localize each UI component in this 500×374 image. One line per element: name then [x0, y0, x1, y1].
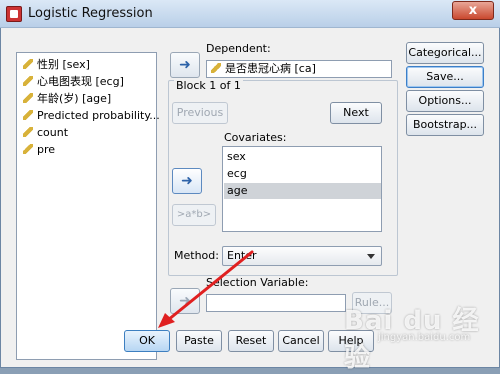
- pencil-icon: [23, 127, 33, 137]
- selection-variable-label: Selection Variable:: [206, 276, 309, 289]
- method-value: Enter: [227, 249, 257, 262]
- arrow-right-icon: ➜: [179, 57, 191, 73]
- baidu-watermark-url: jingyan.baidu.com: [378, 332, 471, 343]
- selection-variable-field[interactable]: [206, 294, 346, 312]
- covariate-item-ecg[interactable]: ecg: [224, 166, 381, 182]
- pencil-icon: [23, 93, 33, 103]
- move-to-selection-button[interactable]: ➜: [170, 288, 200, 314]
- close-button[interactable]: x: [452, 1, 494, 20]
- pencil-icon: [23, 110, 33, 120]
- covariates-label: Covariates:: [224, 131, 287, 144]
- covariate-item-sex[interactable]: sex: [224, 149, 381, 165]
- variable-item-age[interactable]: 年龄(岁) [age]: [23, 91, 111, 107]
- cancel-button[interactable]: Cancel: [278, 330, 324, 352]
- variable-item-count[interactable]: count: [23, 125, 68, 141]
- move-to-covariates-button[interactable]: ➜: [172, 168, 202, 194]
- arrow-right-icon: ➜: [179, 293, 191, 309]
- variable-list[interactable]: 性别 [sex] 心电图表现 [ecg] 年龄(岁) [age] Predict…: [16, 52, 160, 360]
- paste-button[interactable]: Paste: [176, 330, 222, 352]
- previous-button[interactable]: Previous: [172, 102, 228, 124]
- variable-item-pre[interactable]: pre: [23, 142, 55, 158]
- pencil-icon: [23, 76, 33, 86]
- variable-item-sex[interactable]: 性别 [sex]: [23, 57, 90, 73]
- method-select[interactable]: Enter: [222, 246, 382, 266]
- dependent-label: Dependent:: [206, 42, 271, 55]
- title-bar[interactable]: Logistic Regression x: [0, 0, 500, 28]
- move-to-dependent-button[interactable]: ➜: [170, 52, 200, 78]
- dependent-field[interactable]: 是否患冠心病 [ca]: [206, 60, 392, 78]
- categorical-button[interactable]: Categorical...: [406, 42, 484, 64]
- pencil-icon: [23, 144, 33, 154]
- next-button[interactable]: Next: [330, 102, 382, 124]
- options-button[interactable]: Options...: [406, 90, 484, 112]
- method-label: Method:: [174, 249, 219, 262]
- reset-button[interactable]: Reset: [228, 330, 274, 352]
- pencil-icon: [211, 63, 221, 73]
- covariate-item-age[interactable]: age: [224, 183, 381, 199]
- spss-app-icon: [6, 6, 22, 22]
- covariates-list[interactable]: sex ecg age: [222, 146, 382, 232]
- variable-item-predicted[interactable]: Predicted probability...: [23, 108, 160, 124]
- pencil-icon: [23, 59, 33, 69]
- arrow-right-icon: ➜: [181, 173, 193, 189]
- chevron-down-icon: [367, 254, 375, 259]
- variable-item-ecg[interactable]: 心电图表现 [ecg]: [23, 74, 124, 90]
- save-button[interactable]: Save...: [406, 66, 484, 88]
- block-label: Block 1 of 1: [174, 79, 243, 92]
- interaction-button[interactable]: >a*b>: [172, 204, 216, 226]
- bootstrap-button[interactable]: Bootstrap...: [406, 114, 484, 136]
- ok-button[interactable]: OK: [124, 330, 170, 352]
- window-title: Logistic Regression: [28, 6, 153, 21]
